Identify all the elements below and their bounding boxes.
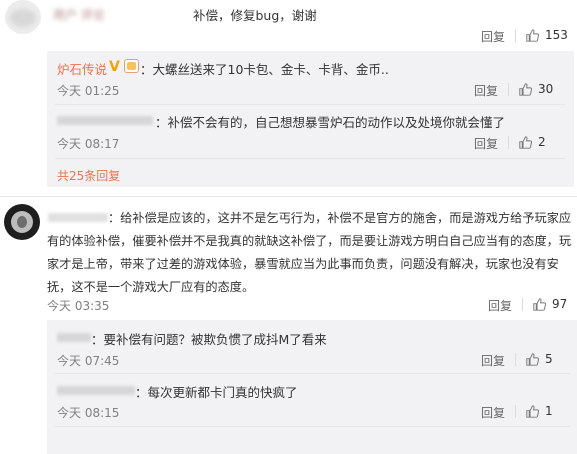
thumbs-up-icon xyxy=(533,297,546,311)
avatar[interactable] xyxy=(5,0,41,34)
like-count: 30 xyxy=(538,82,554,96)
divider xyxy=(0,196,577,197)
official-badge-icon xyxy=(124,59,139,73)
comment-text: ：给补偿是应该的，这并不是乞丐行为，补偿不是官方的施舍，而是游戏方给予玩家应 xyxy=(108,211,572,225)
reply-text: ：补偿不会有的，自己想想暴雪炉石的动作以及处境你就会懂了 xyxy=(155,115,506,130)
divider xyxy=(55,373,570,374)
like-count: 5 xyxy=(545,352,553,366)
divider xyxy=(515,353,516,366)
divider xyxy=(515,29,516,42)
username[interactable]: 用户 评论 xyxy=(53,6,105,23)
thumbs-up-icon xyxy=(519,82,532,96)
comment-text: 补偿，修复bug，谢谢 xyxy=(193,8,317,23)
username[interactable] xyxy=(57,386,135,395)
reply-author[interactable]: 炉石传说 xyxy=(57,59,107,78)
verified-icon: V xyxy=(109,59,120,75)
username[interactable] xyxy=(48,213,108,222)
like-button[interactable]: 153 xyxy=(526,28,568,42)
divider xyxy=(522,298,523,311)
comment-text: 有的体验补偿，催要补偿并不是我真的就缺这补偿了，而是要让游戏方明白自己应当有的态… xyxy=(47,234,572,248)
divider xyxy=(55,104,565,105)
reply-button[interactable]: 回复 xyxy=(488,297,512,314)
like-count: 97 xyxy=(552,297,568,311)
like-button[interactable]: 97 xyxy=(533,297,567,311)
avatar[interactable] xyxy=(4,204,40,240)
thumbs-up-icon xyxy=(526,352,539,366)
reply-button[interactable]: 回复 xyxy=(481,404,505,421)
reply-button[interactable]: 回复 xyxy=(481,28,505,45)
timestamp: 今天 01:25 xyxy=(57,84,120,98)
reply-button[interactable]: 回复 xyxy=(474,135,498,152)
like-count: 153 xyxy=(545,28,568,42)
reply-button[interactable]: 回复 xyxy=(481,352,505,369)
timestamp: 今天 08:17 xyxy=(57,137,120,151)
username[interactable] xyxy=(57,333,91,342)
like-count: 2 xyxy=(538,135,546,149)
username[interactable] xyxy=(57,116,153,125)
divider xyxy=(55,426,570,427)
divider xyxy=(508,136,509,149)
comment-text: 抚，这不是一个游戏大厂应有的态度。 xyxy=(47,280,255,294)
thumbs-up-icon xyxy=(519,135,532,149)
comment-text: 家才是上帝，带来了过差的游戏体验，暴雪就应当为此事而负责，问题没有解决，玩家也没… xyxy=(47,257,559,271)
reply-text: ：每次更新都卡门真的快疯了 xyxy=(135,385,298,400)
like-button[interactable]: 2 xyxy=(519,135,546,149)
more-replies-link[interactable]: 共25条回复 xyxy=(57,167,120,184)
divider xyxy=(508,83,509,96)
reply-button[interactable]: 回复 xyxy=(474,82,498,99)
thumbs-up-icon xyxy=(526,28,539,42)
like-button[interactable]: 5 xyxy=(526,352,553,366)
divider xyxy=(55,158,565,159)
timestamp: 今天 03:35 xyxy=(47,299,110,313)
timestamp: 今天 07:45 xyxy=(57,354,120,368)
like-button[interactable]: 30 xyxy=(519,82,553,96)
like-button[interactable]: 1 xyxy=(526,404,553,418)
reply-text: ：大螺丝送来了10卡包、金卡、卡背、金币.. xyxy=(140,62,389,77)
timestamp: 今天 08:15 xyxy=(57,406,120,420)
divider xyxy=(515,405,516,418)
like-count: 1 xyxy=(545,404,553,418)
thumbs-up-icon xyxy=(526,404,539,418)
reply-text: ：要补偿有问题？被欺负惯了成抖M了看来 xyxy=(91,332,327,347)
